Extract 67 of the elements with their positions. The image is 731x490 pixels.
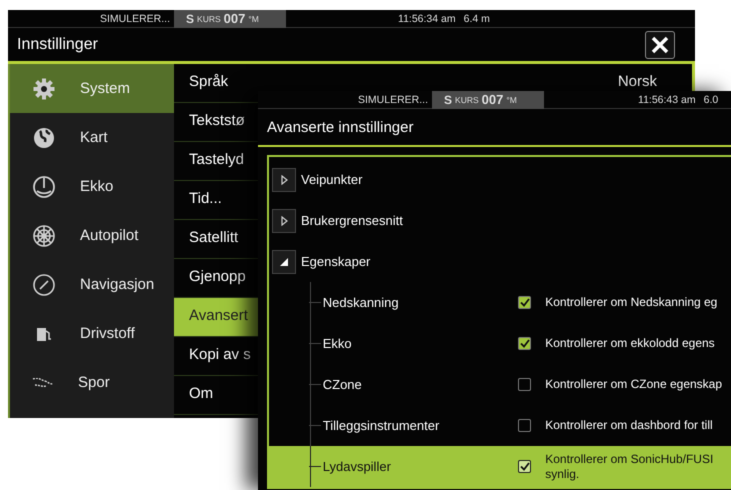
window-title: Avanserte innstillinger bbox=[267, 118, 414, 136]
gear-icon bbox=[32, 76, 56, 100]
settings-label: Satellitt bbox=[189, 229, 238, 246]
status-depth: 6.0 bbox=[704, 94, 718, 106]
settings-label: Tastelyd bbox=[189, 151, 244, 168]
heading-unit: °M bbox=[506, 94, 517, 104]
collapse-triangle-icon bbox=[280, 258, 288, 266]
expand-toggle[interactable] bbox=[272, 250, 296, 274]
feature-label: CZone bbox=[322, 377, 363, 392]
ship-wheel-icon bbox=[32, 224, 56, 248]
feature-description: Kontrollerer om CZone egenskap bbox=[545, 377, 724, 392]
settings-label: Kopi av s bbox=[189, 346, 251, 363]
heading-unit: °M bbox=[248, 14, 259, 24]
feature-label: Nedskanning bbox=[322, 295, 400, 310]
feature-checkbox[interactable] bbox=[518, 419, 532, 432]
compass-icon bbox=[32, 272, 56, 296]
feature-label: Lydavspiller bbox=[322, 459, 392, 474]
settings-label: Om bbox=[189, 385, 214, 402]
heading-prefix: S bbox=[186, 12, 194, 26]
feature-description: Kontrollerer om SonicHub/FUSI synlig. bbox=[545, 452, 714, 481]
sidebar-item[interactable]: System bbox=[10, 64, 174, 113]
settings-value: Norsk bbox=[618, 73, 657, 90]
feature-label: Ekko bbox=[322, 336, 353, 351]
tree-node-label[interactable]: Veipunkter bbox=[301, 172, 362, 187]
status-time: 11:56:34 am bbox=[398, 12, 456, 24]
globe-icon bbox=[32, 126, 56, 150]
feature-label: Tilleggsinstrumenter bbox=[322, 418, 440, 433]
track-icon bbox=[32, 378, 54, 387]
expand-toggle[interactable] bbox=[272, 168, 296, 192]
expand-toggle[interactable] bbox=[272, 208, 296, 232]
heading-value: 007 bbox=[224, 11, 246, 26]
status-depth: 6.4 m bbox=[464, 12, 490, 24]
sidebar-item[interactable]: Drivstoff bbox=[10, 309, 174, 358]
close-button[interactable] bbox=[645, 30, 675, 58]
feature-checkbox[interactable] bbox=[518, 460, 532, 473]
feature-checkbox[interactable] bbox=[518, 296, 532, 309]
feature-description: Kontrollerer om ekkolodd egens bbox=[545, 336, 716, 351]
window-title: Innstillinger bbox=[17, 36, 98, 54]
settings-label: Tid... bbox=[189, 190, 222, 207]
heading-label: KURS bbox=[197, 14, 221, 24]
feature-checkbox[interactable] bbox=[518, 337, 532, 350]
heading-label: KURS bbox=[455, 94, 479, 104]
gauge-icon bbox=[32, 174, 56, 198]
sidebar-item[interactable]: Kart bbox=[10, 113, 174, 162]
sidebar-item[interactable]: Spor bbox=[10, 358, 174, 407]
sidebar-item[interactable]: Ekko bbox=[10, 162, 174, 211]
tree-node-label[interactable]: Egenskaper bbox=[301, 254, 370, 269]
settings-label: Gjenopp bbox=[189, 268, 246, 285]
feature-row[interactable]: Lydavspiller Kontrollerer om SonicHub/FUSI synlig. bbox=[269, 446, 731, 487]
status-mode: SIMULERER... bbox=[100, 12, 170, 24]
tree-node-label[interactable]: Brukergrensesnitt bbox=[301, 213, 403, 228]
expand-triangle-icon bbox=[280, 216, 288, 226]
sidebar-item[interactable]: Navigasjon bbox=[10, 260, 174, 309]
settings-label: Språk bbox=[189, 73, 228, 90]
feature-row[interactable]: Ekko Kontrollerer om ekkolodd egens bbox=[269, 323, 731, 364]
feature-row[interactable]: Tilleggsinstrumenter Kontrollerer om dashbord for till bbox=[269, 405, 731, 446]
feature-checkbox[interactable] bbox=[518, 378, 532, 391]
feature-description: Kontrollerer om Nedskanning eg bbox=[545, 295, 718, 310]
close-icon bbox=[651, 36, 669, 54]
sidebar-item[interactable]: Autopilot bbox=[10, 211, 174, 260]
feature-description: Kontrollerer om dashbord for till bbox=[545, 418, 714, 433]
feature-row[interactable]: Nedskanning Kontrollerer om Nedskanning eg bbox=[269, 282, 731, 323]
feature-row[interactable]: CZone Kontrollerer om CZone egenskap bbox=[269, 364, 731, 405]
settings-label: Avansert bbox=[189, 307, 248, 324]
settings-label: Tekststø bbox=[189, 112, 245, 129]
expand-triangle-icon bbox=[280, 174, 288, 184]
status-mode: SIMULERER... bbox=[358, 94, 428, 106]
